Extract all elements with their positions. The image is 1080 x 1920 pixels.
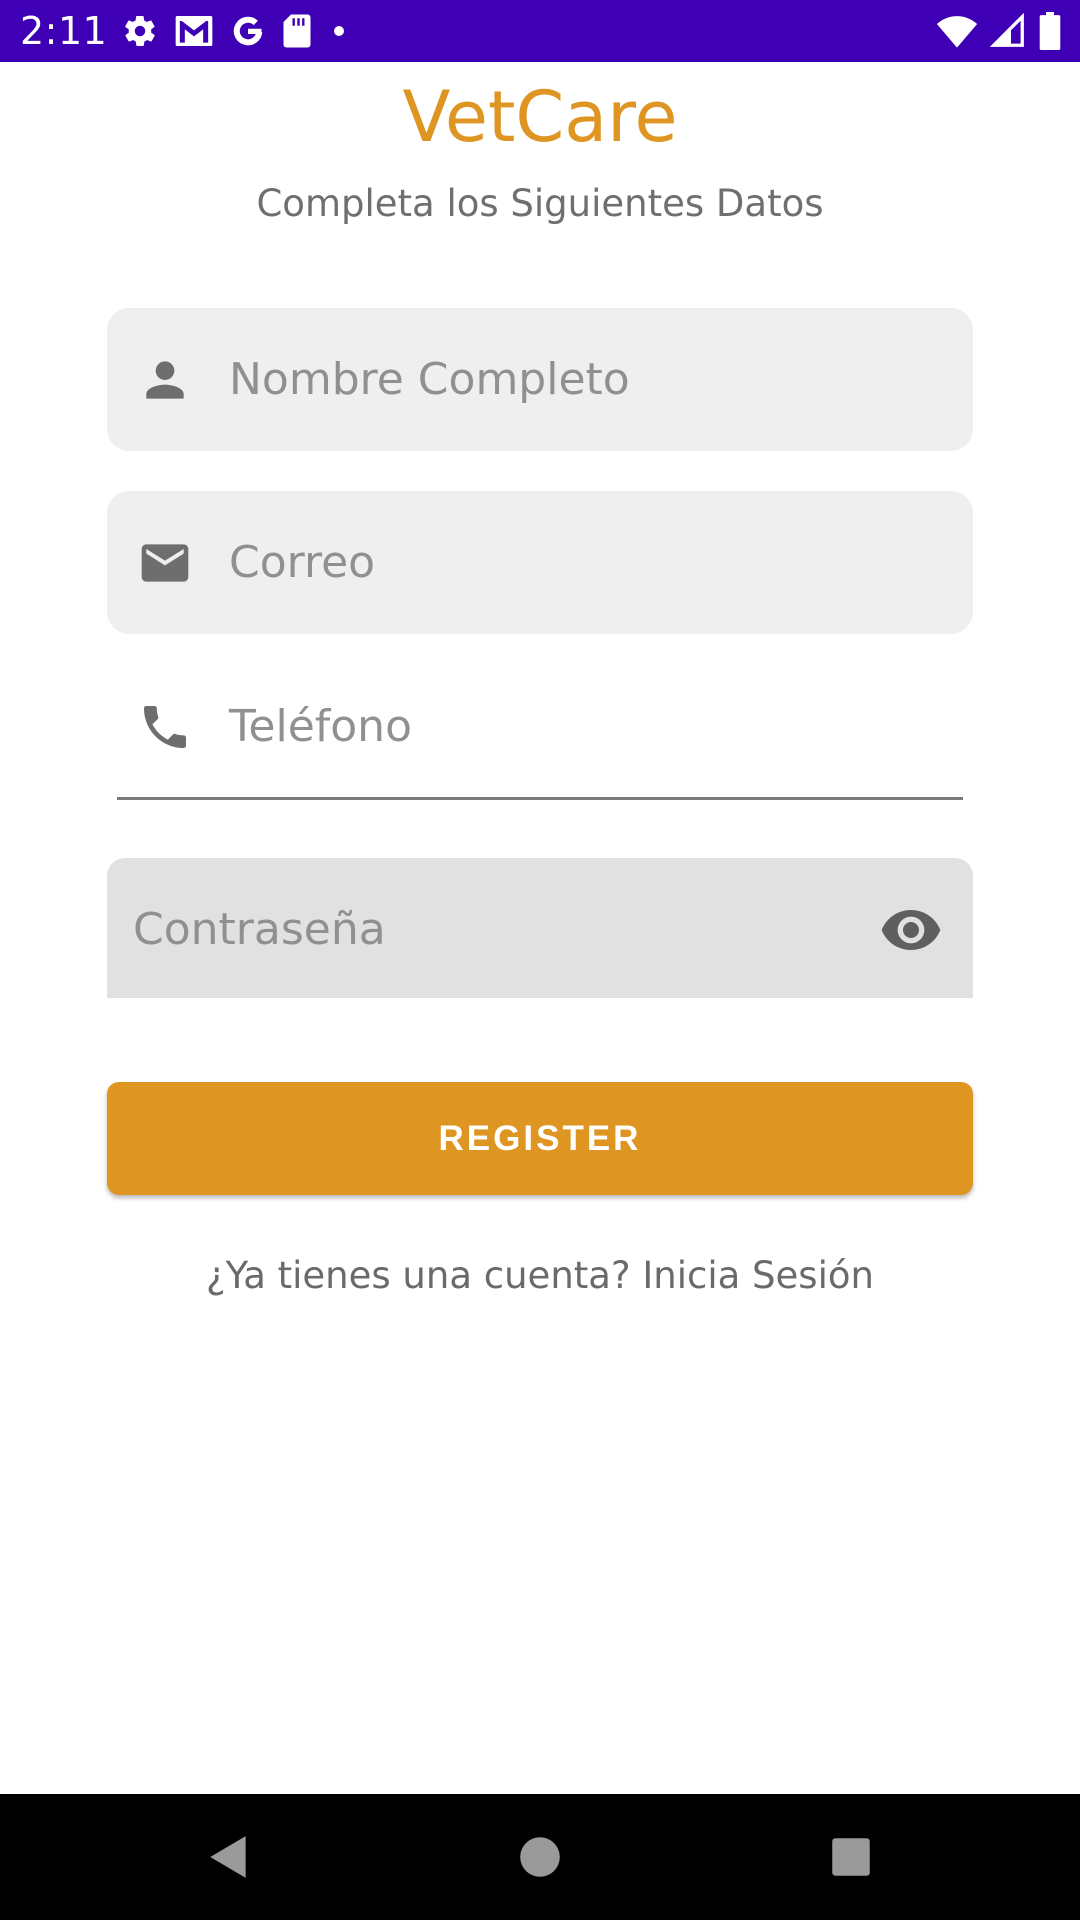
password-placeholder: Contraseña <box>133 904 386 955</box>
sd-card-icon <box>283 14 311 48</box>
dot-icon <box>334 26 344 36</box>
mail-icon <box>141 544 189 582</box>
page-subtitle: Completa los Siguientes Datos <box>256 182 824 225</box>
register-button[interactable]: REGISTER <box>107 1082 973 1195</box>
person-icon <box>146 361 184 399</box>
email-field[interactable]: Correo <box>107 491 973 634</box>
gear-icon <box>125 15 155 46</box>
phone-field[interactable]: Teléfono <box>117 657 963 800</box>
full-name-placeholder: Nombre Completo <box>229 354 630 405</box>
recents-icon[interactable] <box>826 1832 876 1882</box>
signal-icon <box>990 13 1024 47</box>
full-name-field[interactable]: Nombre Completo <box>107 308 973 451</box>
phone-icon <box>144 706 186 748</box>
password-field[interactable]: Contraseña <box>107 858 973 998</box>
gmail-icon <box>175 16 213 46</box>
login-link[interactable]: ¿Ya tienes una cuenta? Inicia Sesión <box>0 1252 1080 1300</box>
eye-icon[interactable] <box>879 898 943 962</box>
back-icon[interactable] <box>204 1832 254 1882</box>
email-placeholder: Correo <box>229 537 376 588</box>
status-time: 2:11 <box>20 9 108 53</box>
wifi-icon <box>936 16 978 48</box>
navigation-bar <box>0 1794 1080 1920</box>
home-icon[interactable] <box>515 1832 565 1882</box>
phone-placeholder: Teléfono <box>229 701 412 752</box>
status-bar: 2:11 <box>0 0 1080 62</box>
battery-icon <box>1039 12 1061 50</box>
notification-icons <box>122 12 350 50</box>
google-icon <box>233 16 263 46</box>
system-icons <box>936 12 1062 50</box>
app-title: VetCare <box>402 76 678 158</box>
